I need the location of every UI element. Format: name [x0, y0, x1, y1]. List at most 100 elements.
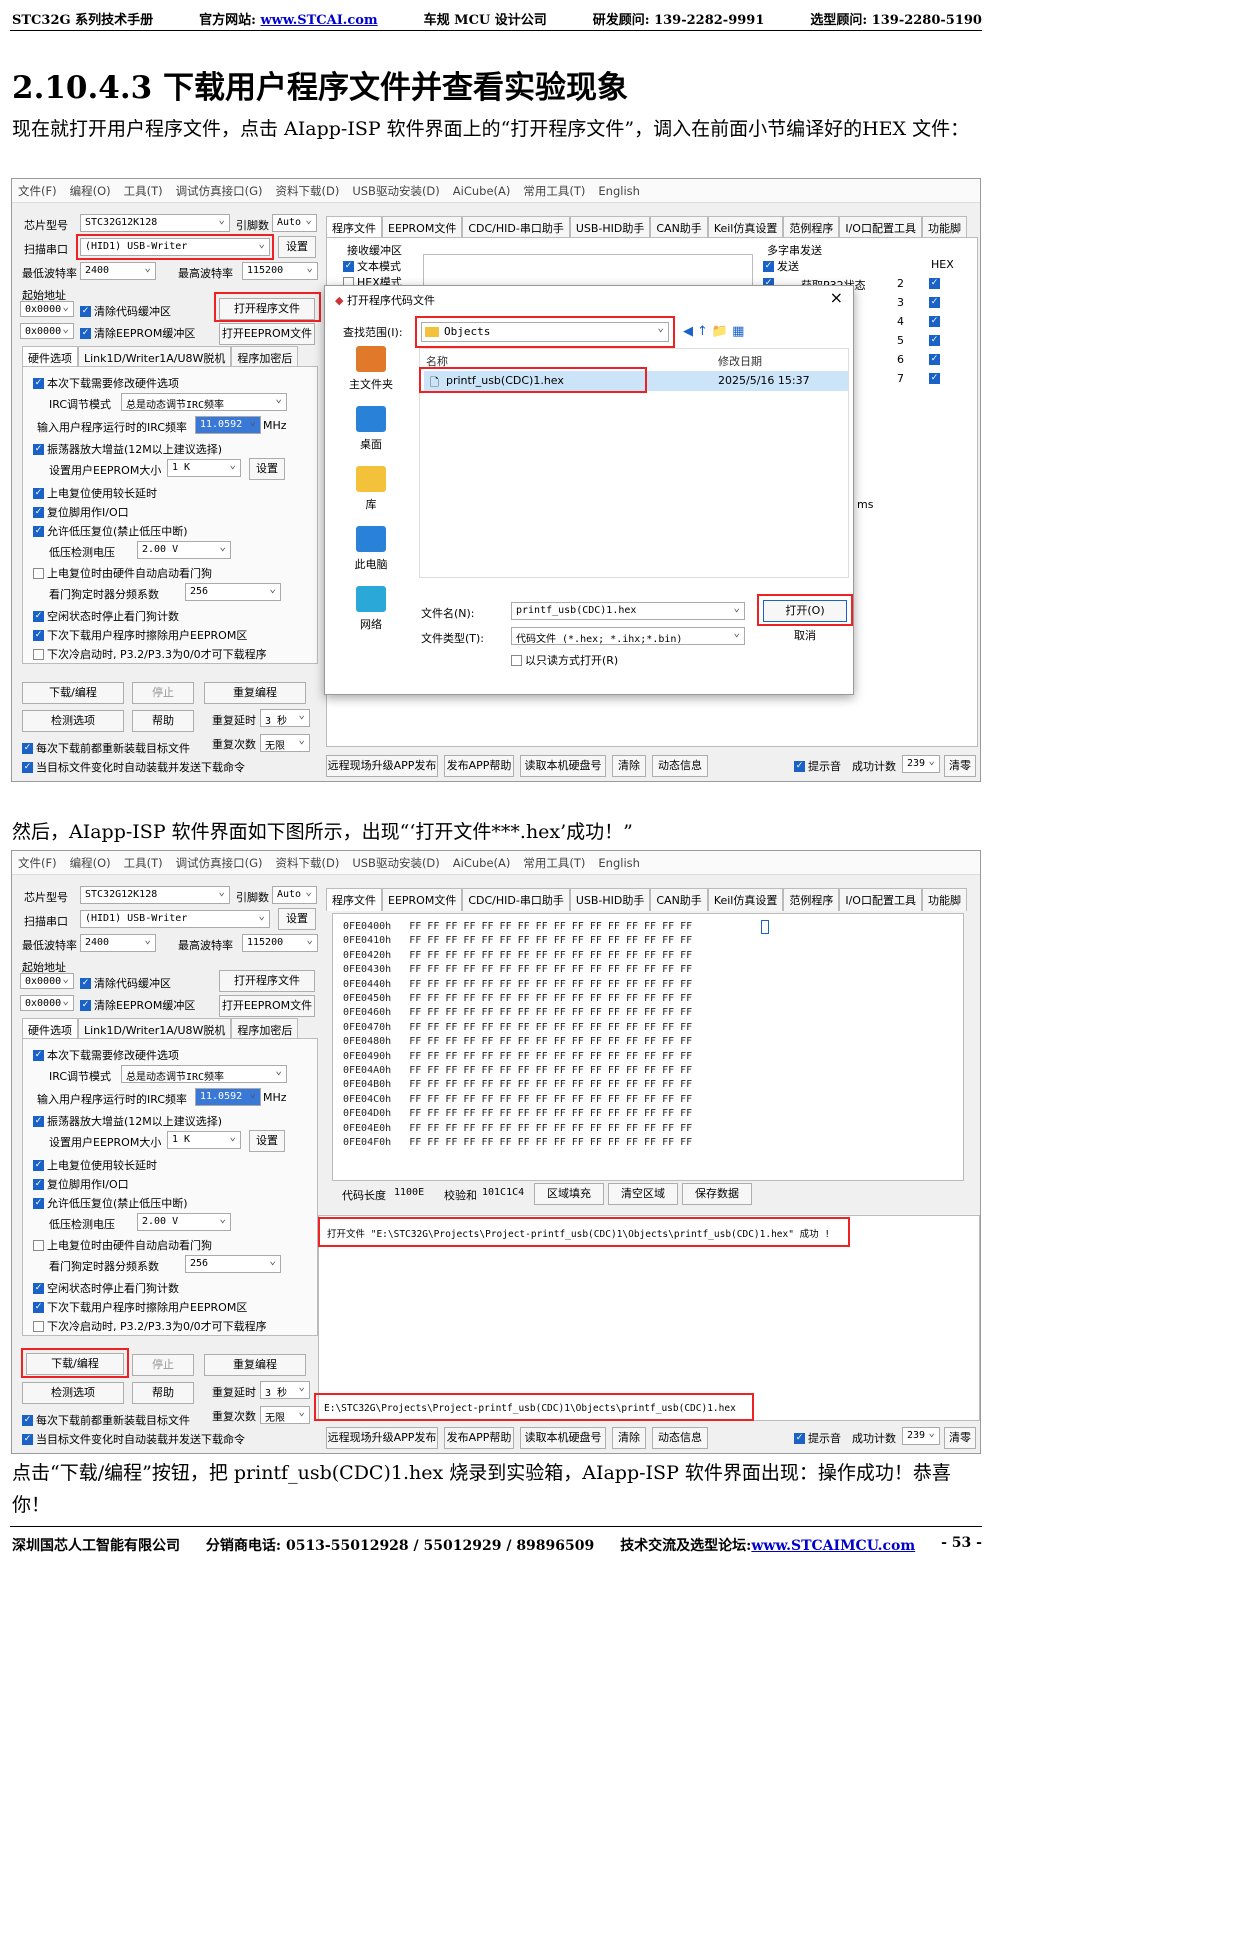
opt-por[interactable]: ✓ 上电复位使用较长延时: [33, 485, 157, 501]
tab-usb-hid[interactable]: USB-HID助手: [569, 888, 651, 911]
app-help-button[interactable]: 发布APP帮助: [444, 755, 514, 777]
delay-select[interactable]: 3 秒: [260, 709, 310, 727]
tab-eeprom-file[interactable]: EEPROM文件: [382, 216, 463, 239]
lvd-select[interactable]: 2.00 V: [137, 541, 231, 559]
opt-lvr[interactable]: ✓ 允许低压复位(禁止低压中断): [33, 1195, 188, 1211]
help-button[interactable]: 帮助: [132, 1382, 194, 1404]
tab-function-pins[interactable]: 功能脚: [921, 888, 967, 911]
clear-button[interactable]: 清除: [612, 1427, 646, 1449]
read-disk-button[interactable]: 读取本机硬盘号: [520, 1427, 606, 1449]
menu-download[interactable]: 资料下载(D): [276, 183, 340, 199]
opt-p32[interactable]: 下次冷启动时, P3.2/P3.3为0/0才可下载程序: [33, 1318, 267, 1334]
detect-options-button[interactable]: 检测选项: [22, 710, 124, 732]
reset-count-button[interactable]: 清零: [944, 1427, 976, 1449]
irc-mode-select[interactable]: 总是动态调节IRC频率: [121, 393, 287, 411]
tab-keil[interactable]: Keil仿真设置: [707, 216, 784, 239]
app-help-button[interactable]: 发布APP帮助: [444, 1427, 514, 1449]
opt-por[interactable]: ✓ 上电复位使用较长延时: [33, 1157, 157, 1173]
col-name[interactable]: 名称: [426, 353, 448, 369]
fname-input[interactable]: printf_usb(CDC)1.hex: [511, 602, 745, 620]
tab-program-file[interactable]: 程序文件: [326, 888, 382, 911]
opt-cfg[interactable]: ✓ 本次下载需要修改硬件选项: [33, 375, 179, 391]
menu-program[interactable]: 编程(O): [70, 855, 111, 871]
lvd-select[interactable]: 2.00 V: [137, 1213, 231, 1231]
menu-usb[interactable]: USB驱动安装(D): [352, 855, 439, 871]
freq-select[interactable]: 11.0592: [195, 416, 261, 434]
clear-code-check[interactable]: ✓ 清除代码缓冲区: [80, 975, 171, 991]
settings-button[interactable]: 设置: [278, 236, 316, 258]
tab-examples[interactable]: 范例程序: [783, 216, 840, 239]
nav-item[interactable]: 桌面: [341, 406, 401, 452]
stop-button[interactable]: 停止: [132, 1354, 194, 1376]
col-date[interactable]: 修改日期: [718, 353, 762, 369]
stop-button[interactable]: 停止: [132, 682, 194, 704]
opt-osc[interactable]: ✓ 振荡器放大增益(12M以上建议选择): [33, 1113, 222, 1129]
addr-eeprom[interactable]: 0x0000: [20, 995, 74, 1011]
download-button[interactable]: 下载/编程: [22, 682, 124, 704]
menu-tools[interactable]: 工具(T): [124, 183, 163, 199]
reload-check[interactable]: ✓ 每次下载前都重新装载目标文件: [22, 740, 190, 756]
chip-select[interactable]: STC32G12K128: [80, 214, 230, 232]
nav-toolbar-icons[interactable]: ◀↑📁▦: [683, 324, 748, 339]
opt-erase-eeprom[interactable]: ✓ 下次下载用户程序时擦除用户EEPROM区: [33, 627, 247, 643]
beep-check[interactable]: ✓ 提示音: [794, 1430, 841, 1446]
open-eeprom-button[interactable]: 打开EEPROM文件: [219, 995, 315, 1017]
opt-erase-eeprom[interactable]: ✓ 下次下载用户程序时擦除用户EEPROM区: [33, 1299, 247, 1315]
tab-function-pins[interactable]: 功能脚: [921, 216, 967, 239]
beep-check[interactable]: ✓ 提示音: [794, 758, 841, 774]
send-check[interactable]: ✓ 发送: [763, 258, 799, 274]
opt-wdt[interactable]: 上电复位时由硬件自动启动看门狗: [33, 565, 212, 581]
hex-view[interactable]: 0FE0400h FF FF FF FF FF FF FF FF FF FF F…: [332, 913, 964, 1181]
reset-count-button[interactable]: 清零: [944, 755, 976, 777]
wdt-div-select[interactable]: 256: [185, 583, 281, 601]
download-button[interactable]: 下载/编程: [26, 1353, 124, 1375]
tab-usb-hid[interactable]: USB-HID助手: [569, 216, 651, 239]
opt-p32[interactable]: 下次冷启动时, P3.2/P3.3为0/0才可下载程序: [33, 646, 267, 662]
nav-item[interactable]: 网络: [341, 586, 401, 632]
tab-eeprom-file[interactable]: EEPROM文件: [382, 888, 463, 911]
tab-program-file[interactable]: 程序文件: [326, 216, 382, 239]
opt-wdt[interactable]: 上电复位时由硬件自动启动看门狗: [33, 1237, 212, 1253]
remote-upgrade-button[interactable]: 远程现场升级APP发布: [326, 755, 438, 777]
repeat-program-button[interactable]: 重复编程: [204, 682, 306, 704]
settings-button[interactable]: 设置: [278, 908, 316, 930]
autoload-check[interactable]: ✓ 当目标文件变化时自动装载并发送下载命令: [22, 1431, 245, 1447]
opt-idle[interactable]: ✓ 空闲状态时停止看门狗计数: [33, 1280, 179, 1296]
opt-cfg[interactable]: ✓ 本次下载需要修改硬件选项: [33, 1047, 179, 1063]
clear-eeprom-check[interactable]: ✓ 清除EEPROM缓冲区: [80, 325, 195, 341]
nav-item[interactable]: 此电脑: [341, 526, 401, 572]
menu-aicube[interactable]: AiCube(A): [453, 856, 511, 870]
menu-debug[interactable]: 调试仿真接口(G): [176, 855, 263, 871]
clear-eeprom-check[interactable]: ✓ 清除EEPROM缓冲区: [80, 997, 195, 1013]
menu-debug[interactable]: 调试仿真接口(G): [176, 183, 263, 199]
save-data-button[interactable]: 保存数据: [682, 1183, 752, 1205]
reload-check[interactable]: ✓ 每次下载前都重新装载目标文件: [22, 1412, 190, 1428]
delay-select[interactable]: 3 秒: [260, 1381, 310, 1399]
file-row[interactable]: 🗋 printf_usb(CDC)1.hex 2025/5/16 15:37: [424, 371, 848, 391]
open-program-button[interactable]: 打开程序文件: [219, 298, 315, 320]
times-select[interactable]: 无限: [260, 734, 310, 752]
menu-usb[interactable]: USB驱动安装(D): [352, 183, 439, 199]
menu-common[interactable]: 常用工具(T): [523, 855, 585, 871]
port-select[interactable]: (HID1) USB-Writer: [80, 238, 270, 256]
opt-rst-io[interactable]: ✓ 复位脚用作I/O口: [33, 1176, 129, 1192]
menu-tools[interactable]: 工具(T): [124, 855, 163, 871]
tab-can[interactable]: CAN助手: [650, 888, 708, 911]
max-baud-select[interactable]: 115200: [242, 934, 318, 952]
min-baud-select[interactable]: 2400: [80, 934, 156, 952]
opt-rst-io[interactable]: ✓ 复位脚用作I/O口: [33, 504, 129, 520]
readonly-check[interactable]: 以只读方式打开(R): [511, 652, 618, 668]
menu-download[interactable]: 资料下载(D): [276, 855, 340, 871]
dynamic-info-button[interactable]: 动态信息: [652, 755, 708, 777]
site-link[interactable]: www.STCAI.com: [260, 13, 377, 28]
fill-area-button[interactable]: 区域填充: [534, 1183, 604, 1205]
tab-cdc[interactable]: CDC/HID-串口助手: [462, 216, 570, 239]
tab-keil[interactable]: Keil仿真设置: [707, 888, 784, 911]
cancel-button[interactable]: 取消: [763, 626, 847, 646]
tab-can[interactable]: CAN助手: [650, 216, 708, 239]
addr-eeprom[interactable]: 0x0000: [20, 323, 74, 339]
menu-english[interactable]: English: [598, 856, 640, 870]
menu-english[interactable]: English: [598, 184, 640, 198]
addr-code[interactable]: 0x0000: [20, 301, 74, 317]
autoload-check[interactable]: ✓ 当目标文件变化时自动装载并发送下载命令: [22, 759, 245, 775]
